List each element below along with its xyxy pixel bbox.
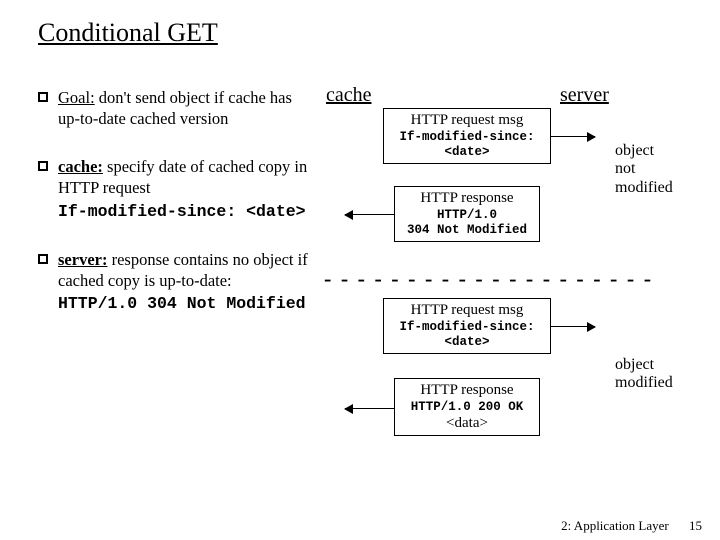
box-heading: HTTP response [399, 382, 535, 399]
box-line: If-modified-since: [388, 320, 546, 334]
bullet-marker [38, 254, 48, 264]
slide-title: Conditional GET [38, 18, 218, 48]
arrow-left-icon [345, 408, 394, 409]
http-response-1: HTTP response HTTP/1.0 304 Not Modified [394, 186, 540, 242]
http-request-2: HTTP request msg If-modified-since: <dat… [383, 298, 551, 354]
bullet-item: Goal: don't send object if cache has up-… [38, 88, 316, 129]
bullet-code: If-modified-since: <date> [58, 202, 316, 223]
box-heading: HTTP request msg [388, 302, 546, 319]
note-line: object [615, 356, 673, 374]
footer-chapter: 2: Application Layer [561, 518, 669, 533]
bullet-marker [38, 161, 48, 171]
server-label: server [560, 84, 609, 107]
bullet-lead: server: [58, 250, 107, 269]
footer-page: 15 [672, 518, 702, 534]
box-line: <date> [388, 145, 546, 159]
bullet-item: server: response contains no object if c… [38, 250, 316, 315]
arrow-right-icon [551, 326, 595, 327]
cache-label: cache [326, 84, 372, 107]
arrow-right-icon [551, 136, 595, 137]
box-line: HTTP/1.0 [399, 208, 535, 222]
http-response-2: HTTP response HTTP/1.0 200 OK <data> [394, 378, 540, 436]
bullet-lead: cache: [58, 157, 103, 176]
dashed-separator: - - - - - - - - - - - - - - - - - - - - [324, 266, 653, 292]
note-modified: object modified [615, 356, 673, 393]
note-line: object [615, 142, 673, 160]
arrow-left-icon [345, 214, 394, 215]
box-line: HTTP/1.0 200 OK [399, 400, 535, 414]
bullet-lead: Goal: [58, 88, 95, 107]
slide-footer: 2: Application Layer 15 [561, 518, 702, 534]
box-heading: HTTP request msg [388, 112, 546, 129]
bullet-code: HTTP/1.0 304 Not Modified [58, 294, 316, 315]
bullet-marker [38, 92, 48, 102]
note-line: not [615, 160, 673, 178]
note-not-modified: object not modified [615, 142, 673, 197]
box-line: 304 Not Modified [399, 223, 535, 237]
box-line: <date> [388, 335, 546, 349]
box-line: If-modified-since: [388, 130, 546, 144]
bullet-list: Goal: don't send object if cache has up-… [38, 88, 316, 343]
http-request-1: HTTP request msg If-modified-since: <dat… [383, 108, 551, 164]
note-line: modified [615, 374, 673, 392]
bullet-item: cache: specify date of cached copy in HT… [38, 157, 316, 222]
box-data: <data> [399, 415, 535, 432]
note-line: modified [615, 179, 673, 197]
box-heading: HTTP response [399, 190, 535, 207]
